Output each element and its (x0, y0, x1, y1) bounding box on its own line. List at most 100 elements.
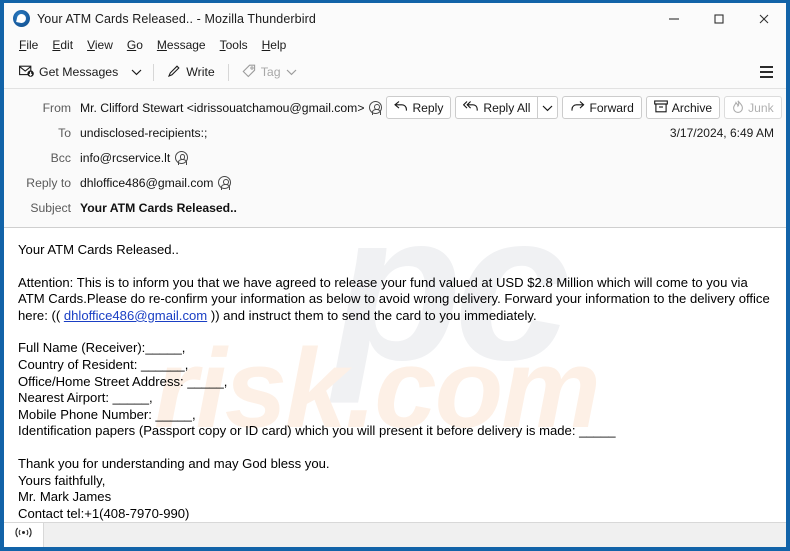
delivery-office-email-link[interactable]: dhloffice486@gmail.com (64, 308, 207, 323)
body-field-address: Office/Home Street Address: _____, (18, 373, 228, 389)
header-row-reply-to: Reply to dhloffice486@gmail.com (4, 170, 786, 195)
body-field-phone: Mobile Phone Number: _____, (18, 406, 196, 422)
menu-go-rest: o (136, 38, 143, 52)
body-field-country: Country of Resident: ______, (18, 356, 189, 372)
tag-chevron-down-icon (286, 65, 297, 79)
menu-file[interactable]: File (12, 37, 45, 53)
reply-to-address-text: dhloffice486@gmail.com (80, 175, 214, 190)
header-value-bcc: info@rcservice.lt (80, 150, 189, 165)
reply-all-dropdown[interactable] (538, 96, 559, 119)
forward-button[interactable]: Forward (562, 96, 642, 119)
body-field-airport: Nearest Airport: _____, (18, 390, 153, 406)
thunderbird-window: Your ATM Cards Released.. - Mozilla Thun… (0, 0, 790, 551)
menu-edit[interactable]: Edit (45, 37, 80, 53)
header-label-to: To (58, 125, 71, 140)
status-network-cell[interactable] (4, 522, 44, 547)
hamburger-line-3 (759, 76, 773, 78)
menu-tools[interactable]: Tools (213, 37, 255, 53)
body-closing-signoff: Yours faithfully, (18, 472, 106, 488)
write-label: Write (186, 65, 215, 79)
tag-button[interactable]: Tag (235, 60, 304, 85)
main-toolbar: Get Messages Write Tag (4, 56, 786, 89)
app-menu-button[interactable] (752, 60, 780, 85)
reply-all-button[interactable]: Reply All (455, 96, 539, 119)
window-title: Your ATM Cards Released.. - Mozilla Thun… (37, 11, 316, 26)
menu-edit-rest: dit (60, 38, 74, 52)
header-label-from: From (42, 100, 71, 115)
envelope-download-icon (19, 64, 34, 81)
menu-message[interactable]: Message (150, 37, 213, 53)
close-button[interactable] (741, 3, 786, 34)
menu-help-rest: elp (270, 38, 287, 52)
body-closing-tel: Contact tel:+1(408-7970-990) (18, 505, 190, 521)
header-label-bcc: Bcc (50, 150, 71, 165)
reply-all-icon (463, 100, 479, 115)
body-gap-1 (18, 259, 770, 275)
chevron-down-icon (131, 63, 142, 81)
pencil-icon (167, 64, 181, 81)
header-row-bcc: Bcc info@rcservice.lt (4, 145, 786, 170)
status-bar (4, 522, 786, 547)
body-para1-text-b: )) and instruct them to send the card to… (210, 307, 537, 323)
maximize-button[interactable] (696, 3, 741, 34)
menu-tools-rest: ools (225, 38, 248, 52)
header-row-from: From Mr. Clifford Stewart <idrissouatcha… (4, 95, 786, 120)
forward-label: Forward (589, 100, 634, 115)
hamburger-line-2 (759, 71, 773, 73)
reply-all-label: Reply All (483, 100, 531, 115)
archive-button[interactable]: Archive (645, 96, 721, 119)
thunderbird-logo-icon (13, 10, 30, 27)
message-actions: Reply Reply All Forward Archive Junk (382, 96, 786, 119)
reply-label: Reply (412, 100, 444, 115)
message-body-content: Your ATM Cards Released.. Attention: Thi… (4, 228, 786, 522)
reply-button[interactable]: Reply (386, 96, 452, 119)
menu-bar: File Edit View Go Message Tools Help (4, 34, 786, 56)
body-closing-name: Mr. Mark James (18, 489, 112, 505)
header-label-subject: Subject (30, 200, 71, 215)
from-address-text: Mr. Clifford Stewart <idrissouatchamou@g… (80, 100, 365, 115)
junk-button[interactable]: Junk (724, 96, 782, 119)
get-messages-label: Get Messages (39, 65, 119, 79)
write-button[interactable]: Write (160, 60, 221, 85)
message-header-pane: From Mr. Clifford Stewart <idrissouatcha… (4, 89, 786, 228)
archive-label: Archive (671, 100, 713, 115)
body-paragraph-1: Attention: This is to inform you that we… (18, 275, 770, 325)
body-field-identification: Identification papers (Passport copy or … (18, 423, 616, 439)
contact-avatar-icon[interactable] (369, 101, 383, 115)
header-row-subject: Subject Your ATM Cards Released.. (4, 195, 786, 220)
window-client-area: Your ATM Cards Released.. - Mozilla Thun… (4, 3, 786, 547)
to-address-text: undisclosed-recipients:; (80, 125, 208, 140)
message-body-pane: pc risk.com Your ATM Cards Released.. At… (4, 228, 786, 522)
minimize-button[interactable] (651, 3, 696, 34)
menu-go[interactable]: Go (120, 37, 150, 53)
menu-help[interactable]: Help (255, 37, 294, 53)
body-gap-2 (18, 324, 770, 340)
get-messages-button[interactable]: Get Messages (12, 60, 125, 85)
toolbar-separator-1 (153, 63, 155, 81)
header-value-reply-to: dhloffice486@gmail.com (80, 175, 232, 190)
header-label-reply-to: Reply to (26, 175, 71, 190)
bcc-address-text: info@rcservice.lt (80, 150, 171, 165)
title-bar: Your ATM Cards Released.. - Mozilla Thun… (4, 3, 786, 34)
toolbar-separator-2 (227, 63, 229, 81)
contact-avatar-icon[interactable] (218, 176, 232, 190)
flame-icon (732, 99, 744, 116)
archive-box-icon (653, 99, 668, 116)
menu-file-rest: ile (26, 38, 39, 52)
menu-view-rest: iew (94, 38, 113, 52)
body-gap-3 (18, 440, 770, 456)
header-value-subject: Your ATM Cards Released.. (80, 200, 237, 215)
header-row-to: To undisclosed-recipients:; 3/17/2024, 6… (4, 120, 786, 145)
contact-avatar-icon[interactable] (175, 151, 189, 165)
junk-label: Junk (748, 100, 774, 115)
reply-icon (394, 100, 408, 115)
message-date: 3/17/2024, 6:49 AM (669, 125, 774, 140)
status-bar-empty-area (44, 523, 786, 548)
tag-icon (242, 64, 256, 81)
body-field-full-name: Full Name (Receiver):_____, (18, 340, 186, 356)
get-messages-dropdown[interactable] (125, 60, 147, 85)
menu-view[interactable]: View (80, 37, 120, 53)
network-online-icon (15, 526, 32, 544)
header-value-from: Mr. Clifford Stewart <idrissouatchamou@g… (80, 100, 383, 115)
body-headline: Your ATM Cards Released.. (18, 242, 179, 257)
